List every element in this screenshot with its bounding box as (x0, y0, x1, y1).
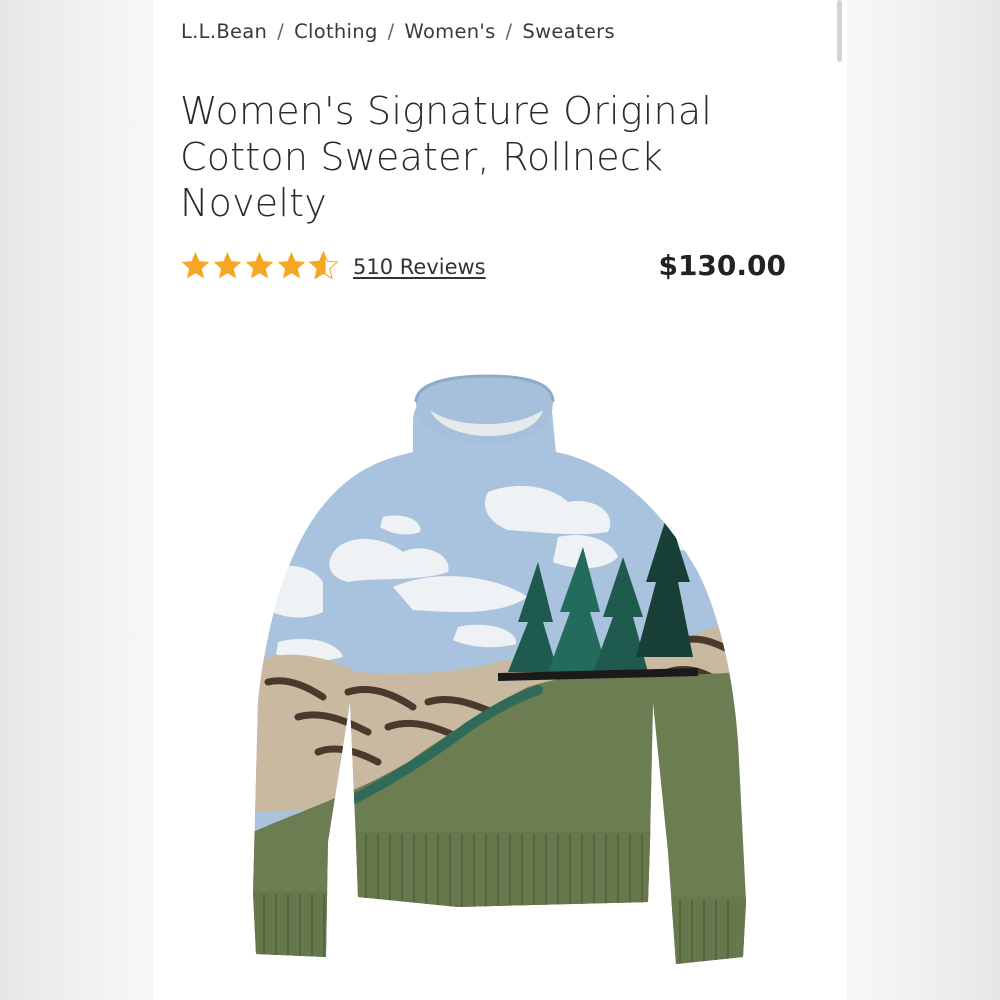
star-icon (181, 251, 210, 279)
product-page: L.L.Bean / Clothing / Women's / Sweaters Women… (153, 0, 847, 1000)
star-icon (213, 251, 242, 279)
breadcrumb: L.L.Bean / Clothing / Women's / Sweaters (181, 20, 615, 43)
reviews-link[interactable]: 510 Reviews (353, 255, 486, 279)
product-price: $130.00 (658, 249, 786, 282)
sweater-product-image[interactable] (198, 372, 758, 972)
product-title: Women's Signature Original Cotton Sweate… (180, 89, 713, 225)
breadcrumb-womens[interactable]: Women's (405, 20, 496, 43)
star-rating[interactable] (180, 250, 339, 281)
scrollbar[interactable] (837, 0, 842, 62)
breadcrumb-separator: / (505, 20, 513, 43)
breadcrumb-clothing[interactable]: Clothing (294, 20, 378, 43)
breadcrumb-llbean[interactable]: L.L.Bean (181, 20, 267, 43)
breadcrumb-sweaters[interactable]: Sweaters (522, 20, 615, 43)
breadcrumb-separator: / (387, 20, 395, 43)
star-icon (245, 251, 274, 279)
breadcrumb-separator: / (277, 20, 285, 43)
star-half-icon (308, 250, 339, 280)
star-icon (277, 251, 306, 279)
